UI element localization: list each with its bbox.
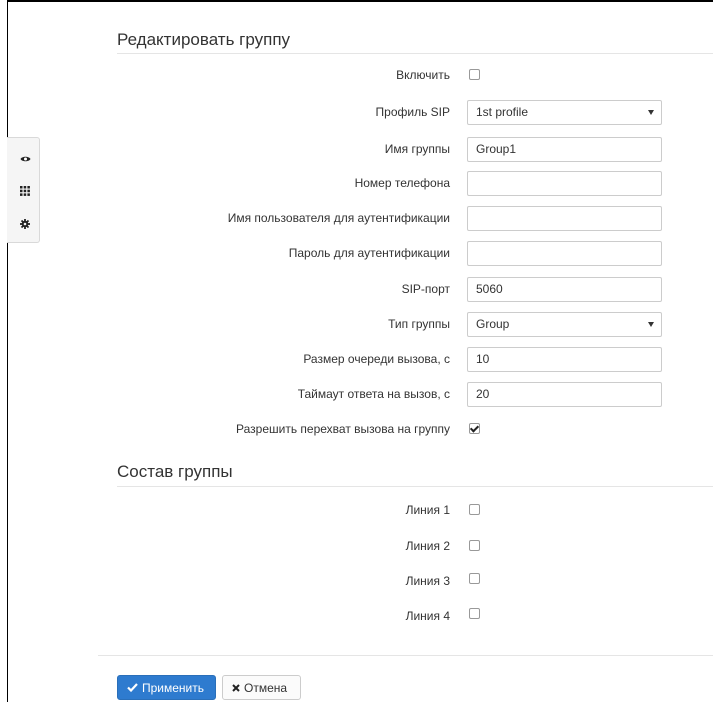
footer-divider — [98, 655, 713, 656]
line-2-checkbox[interactable] — [469, 540, 480, 551]
eye-icon[interactable] — [19, 153, 31, 165]
auth-username-label: Имя пользователя для аутентификации — [227, 211, 450, 225]
enable-label: Включить — [396, 68, 450, 82]
cancel-button[interactable]: Отмена — [222, 675, 301, 700]
section-title-edit-group: Редактировать группу — [117, 30, 291, 49]
phone-number-input[interactable] — [467, 171, 662, 196]
answer-timeout-input[interactable]: 20 — [467, 382, 662, 407]
group-type-select[interactable]: Group — [467, 312, 662, 337]
window-left-border — [7, 0, 8, 702]
sip-profile-value: 1st profile — [476, 105, 529, 119]
answer-timeout-label: Таймаут ответа на вызов, с — [297, 387, 450, 401]
sip-port-input[interactable]: 5060 — [467, 277, 662, 302]
gear-icon[interactable] — [19, 218, 31, 230]
allow-pickup-label: Разрешить перехват вызова на группу — [236, 422, 450, 436]
section-divider — [117, 486, 713, 487]
section-title-group-members: Состав группы — [117, 462, 233, 481]
line-4-label: Линия 4 — [405, 609, 450, 623]
chevron-down-icon — [648, 322, 654, 327]
sip-port-label: SIP-порт — [401, 282, 450, 296]
line-2-label: Линия 2 — [405, 539, 450, 553]
line-3-label: Линия 3 — [405, 574, 450, 588]
side-toolbar — [7, 137, 40, 243]
line-3-checkbox[interactable] — [469, 573, 480, 584]
auth-username-input[interactable] — [467, 206, 662, 231]
allow-pickup-checkbox[interactable] — [469, 423, 480, 434]
sip-profile-label: Профиль SIP — [375, 105, 450, 119]
grid-icon[interactable] — [19, 185, 31, 197]
group-type-label: Тип группы — [388, 317, 450, 331]
window-top-border — [7, 0, 713, 2]
group-name-label: Имя группы — [384, 142, 450, 156]
chevron-down-icon — [648, 110, 654, 115]
check-icon — [127, 681, 138, 695]
queue-size-label: Размер очереди вызова, с — [303, 352, 450, 366]
group-name-input[interactable]: Group1 — [467, 137, 662, 162]
phone-number-label: Номер телефона — [354, 176, 450, 190]
sip-profile-select[interactable]: 1st profile — [467, 100, 662, 125]
line-4-checkbox[interactable] — [469, 608, 480, 619]
apply-button[interactable]: Применить — [117, 675, 216, 700]
section-divider — [117, 53, 713, 54]
apply-button-label: Применить — [142, 680, 205, 695]
close-icon — [232, 681, 240, 695]
auth-password-input[interactable] — [467, 241, 662, 266]
group-type-value: Group — [476, 317, 510, 331]
queue-size-input[interactable]: 10 — [467, 347, 662, 372]
line-1-label: Линия 1 — [405, 503, 450, 517]
auth-password-label: Пароль для аутентификации — [288, 246, 450, 260]
cancel-button-label: Отмена — [244, 680, 288, 695]
line-1-checkbox[interactable] — [469, 504, 480, 515]
enable-checkbox[interactable] — [469, 69, 480, 80]
